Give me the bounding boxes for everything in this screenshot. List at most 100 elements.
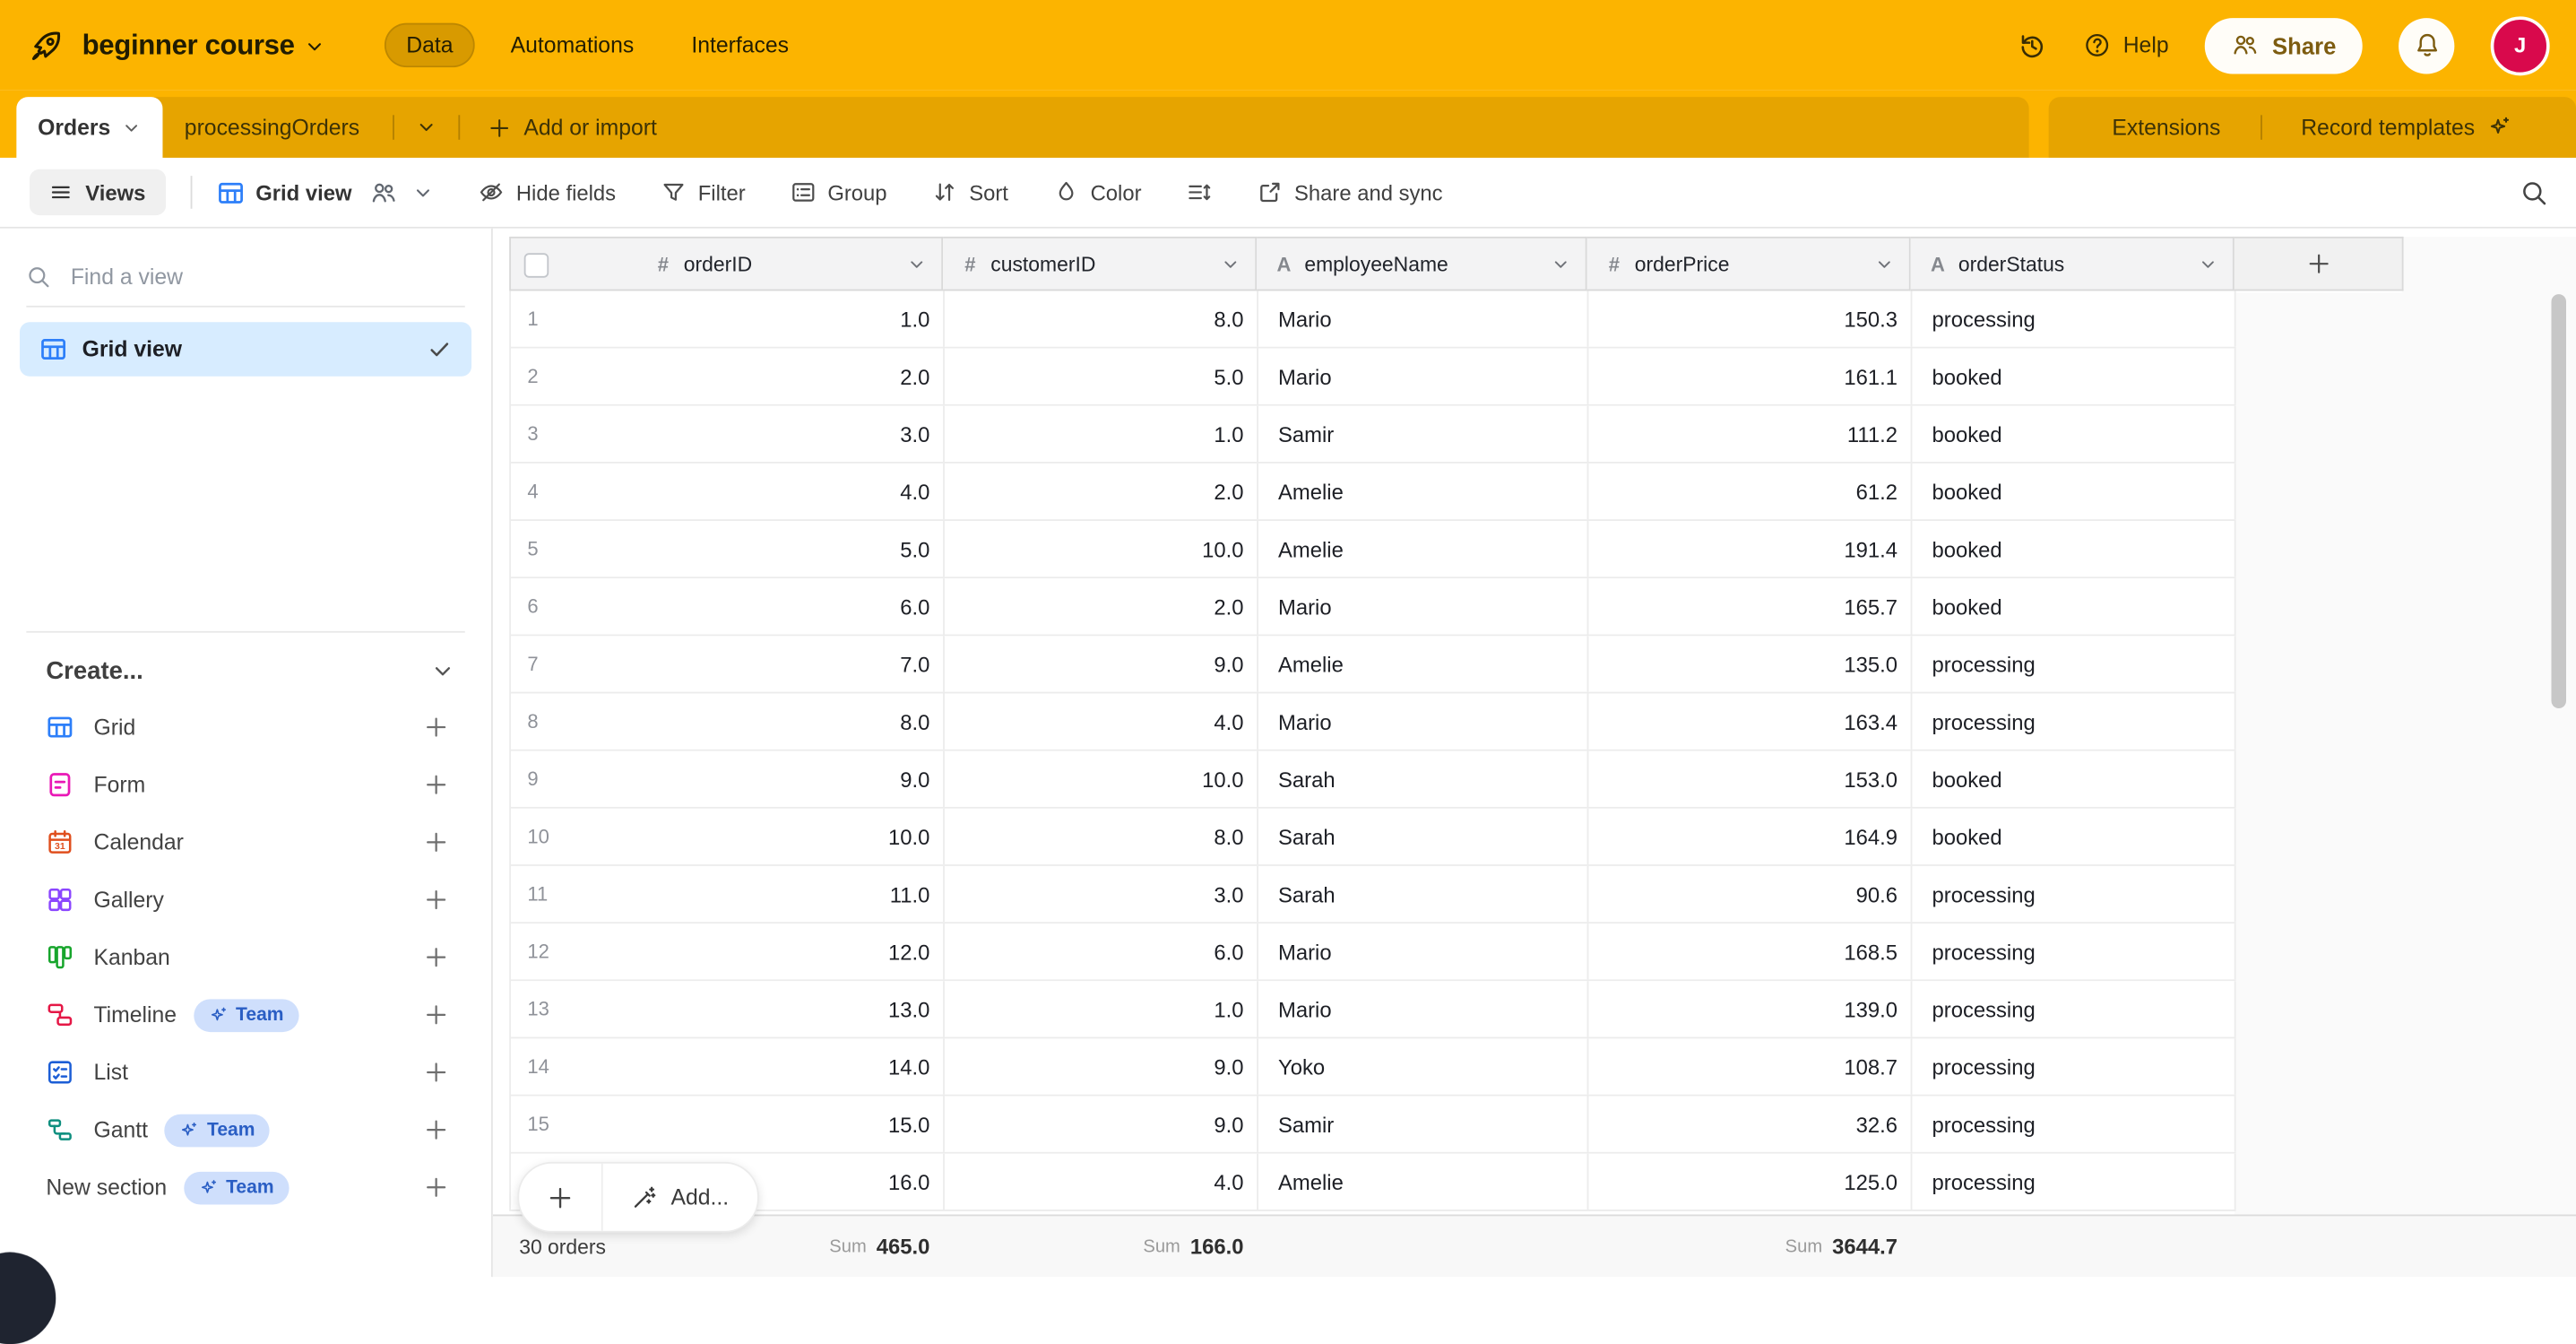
history-icon[interactable] bbox=[2018, 30, 2047, 60]
cell-employeeName[interactable]: Mario bbox=[1258, 693, 1588, 749]
cell-orderStatus[interactable]: processing bbox=[1913, 1154, 2236, 1210]
cell-orderPrice[interactable]: 108.7 bbox=[1588, 1038, 1912, 1094]
plus-icon[interactable] bbox=[424, 888, 448, 912]
cell-orderID[interactable]: 1 1.0 bbox=[511, 290, 945, 346]
plus-icon[interactable] bbox=[424, 772, 448, 796]
cell-employeeName[interactable]: Mario bbox=[1258, 923, 1588, 979]
add-record-button[interactable] bbox=[519, 1164, 602, 1231]
table-row[interactable]: 10 10.0 8.0 Sarah 164.9 booked bbox=[511, 809, 2236, 866]
cell-orderID[interactable]: 11 11.0 bbox=[511, 866, 945, 922]
table-row[interactable]: 1 1.0 8.0 Mario 150.3 processing bbox=[511, 290, 2236, 348]
cell-orderID[interactable]: 15 15.0 bbox=[511, 1097, 945, 1152]
table-row[interactable]: 7 7.0 9.0 Amelie 135.0 processing bbox=[511, 636, 2236, 693]
column-header-employeeName[interactable]: AemployeeName bbox=[1257, 237, 1586, 290]
cell-employeeName[interactable]: Mario bbox=[1258, 578, 1588, 634]
share-button[interactable]: Share bbox=[2205, 17, 2363, 73]
views-button[interactable]: Views bbox=[30, 169, 165, 215]
chevron-down-icon[interactable] bbox=[2198, 254, 2217, 273]
cell-orderID[interactable]: 5 5.0 bbox=[511, 521, 945, 577]
cell-customerID[interactable]: 8.0 bbox=[945, 809, 1258, 864]
cell-orderID[interactable]: 14 14.0 bbox=[511, 1038, 945, 1094]
cell-employeeName[interactable]: Sarah bbox=[1258, 751, 1588, 807]
plus-icon[interactable] bbox=[424, 945, 448, 969]
plus-icon[interactable] bbox=[424, 1175, 448, 1200]
create-view-form[interactable]: Form bbox=[0, 756, 491, 813]
cell-orderPrice[interactable]: 165.7 bbox=[1588, 578, 1912, 634]
cell-orderPrice[interactable]: 161.1 bbox=[1588, 349, 1912, 404]
sum-orderID[interactable]: Sum 465.0 bbox=[829, 1216, 929, 1277]
group-button[interactable]: Group bbox=[790, 179, 886, 205]
cell-orderID[interactable]: 7 7.0 bbox=[511, 636, 945, 691]
table-row[interactable]: 11 11.0 3.0 Sarah 90.6 processing bbox=[511, 866, 2236, 923]
cell-orderStatus[interactable]: booked bbox=[1913, 751, 2236, 807]
cell-orderPrice[interactable]: 111.2 bbox=[1588, 406, 1912, 462]
search-icon[interactable] bbox=[2520, 178, 2548, 206]
cell-orderStatus[interactable]: processing bbox=[1913, 636, 2236, 691]
cell-orderPrice[interactable]: 90.6 bbox=[1588, 866, 1912, 922]
cell-customerID[interactable]: 1.0 bbox=[945, 406, 1258, 462]
sum-orderPrice[interactable]: Sum 3644.7 bbox=[1785, 1216, 1897, 1277]
table-tab-processing-orders[interactable]: processingOrders bbox=[163, 97, 381, 158]
cell-orderPrice[interactable]: 61.2 bbox=[1588, 464, 1912, 519]
cell-orderStatus[interactable]: processing bbox=[1913, 290, 2236, 346]
table-row[interactable]: 6 6.0 2.0 Mario 165.7 booked bbox=[511, 578, 2236, 636]
help-button[interactable]: Help bbox=[2084, 31, 2169, 59]
chevron-down-icon[interactable] bbox=[1551, 254, 1570, 273]
cell-employeeName[interactable]: Mario bbox=[1258, 290, 1588, 346]
cell-orderPrice[interactable]: 163.4 bbox=[1588, 693, 1912, 749]
cell-employeeName[interactable]: Amelie bbox=[1258, 636, 1588, 691]
cell-orderStatus[interactable]: processing bbox=[1913, 866, 2236, 922]
create-view-timeline[interactable]: Timeline Team bbox=[0, 986, 491, 1044]
cell-customerID[interactable]: 5.0 bbox=[945, 349, 1258, 404]
record-templates-button[interactable]: Record templates bbox=[2273, 115, 2540, 139]
create-section-header[interactable]: Create... bbox=[0, 633, 491, 698]
cell-orderStatus[interactable]: processing bbox=[1913, 693, 2236, 749]
cell-orderStatus[interactable]: booked bbox=[1913, 464, 2236, 519]
cell-orderPrice[interactable]: 139.0 bbox=[1588, 981, 1912, 1036]
column-header-customerID[interactable]: #customerID bbox=[943, 237, 1257, 290]
cell-orderID[interactable]: 9 9.0 bbox=[511, 751, 945, 807]
chevron-down-icon[interactable] bbox=[1221, 254, 1240, 273]
cell-orderStatus[interactable]: processing bbox=[1913, 981, 2236, 1036]
base-title[interactable]: beginner course bbox=[82, 29, 295, 62]
tab-data[interactable]: Data bbox=[385, 23, 474, 67]
cell-orderStatus[interactable]: processing bbox=[1913, 1038, 2236, 1094]
cell-employeeName[interactable]: Yoko bbox=[1258, 1038, 1588, 1094]
table-row[interactable]: 3 3.0 1.0 Samir 111.2 booked bbox=[511, 406, 2236, 464]
cell-orderID[interactable]: 3 3.0 bbox=[511, 406, 945, 462]
cell-orderID[interactable]: 13 13.0 bbox=[511, 981, 945, 1036]
cell-orderStatus[interactable]: booked bbox=[1913, 406, 2236, 462]
all-tables-chevron-icon[interactable] bbox=[405, 117, 446, 138]
cell-customerID[interactable]: 2.0 bbox=[945, 464, 1258, 519]
create-view-gantt[interactable]: Gantt Team bbox=[0, 1101, 491, 1158]
cell-orderStatus[interactable]: booked bbox=[1913, 349, 2236, 404]
create-view-kanban[interactable]: Kanban bbox=[0, 929, 491, 986]
cell-orderPrice[interactable]: 135.0 bbox=[1588, 636, 1912, 691]
column-header-orderStatus[interactable]: AorderStatus bbox=[1911, 237, 2235, 290]
cell-employeeName[interactable]: Amelie bbox=[1258, 1154, 1588, 1210]
notifications-button[interactable] bbox=[2399, 17, 2454, 73]
current-view-button[interactable]: Grid view bbox=[216, 178, 434, 206]
share-and-sync-button[interactable]: Share and sync bbox=[1257, 179, 1443, 205]
cell-orderPrice[interactable]: 125.0 bbox=[1588, 1154, 1912, 1210]
cell-customerID[interactable]: 2.0 bbox=[945, 578, 1258, 634]
cell-orderStatus[interactable]: processing bbox=[1913, 1097, 2236, 1152]
cell-employeeName[interactable]: Mario bbox=[1258, 981, 1588, 1036]
table-row[interactable]: 12 12.0 6.0 Mario 168.5 processing bbox=[511, 923, 2236, 981]
cell-orderID[interactable]: 4 4.0 bbox=[511, 464, 945, 519]
table-row[interactable]: 13 13.0 1.0 Mario 139.0 processing bbox=[511, 981, 2236, 1038]
cell-customerID[interactable]: 8.0 bbox=[945, 290, 1258, 346]
cell-orderPrice[interactable]: 164.9 bbox=[1588, 809, 1912, 864]
table-row[interactable]: 4 4.0 2.0 Amelie 61.2 booked bbox=[511, 464, 2236, 521]
assistant-fab[interactable] bbox=[0, 1253, 56, 1344]
table-row[interactable]: 9 9.0 10.0 Sarah 153.0 booked bbox=[511, 751, 2236, 809]
color-button[interactable]: Color bbox=[1052, 179, 1141, 205]
tab-interfaces[interactable]: Interfaces bbox=[670, 23, 810, 67]
table-row[interactable]: 14 14.0 9.0 Yoko 108.7 processing bbox=[511, 1038, 2236, 1096]
cell-employeeName[interactable]: Amelie bbox=[1258, 521, 1588, 577]
avatar[interactable]: J bbox=[2491, 15, 2550, 74]
cell-employeeName[interactable]: Amelie bbox=[1258, 464, 1588, 519]
chevron-down-icon[interactable] bbox=[907, 254, 927, 273]
filter-button[interactable]: Filter bbox=[661, 179, 746, 205]
cell-orderPrice[interactable]: 168.5 bbox=[1588, 923, 1912, 979]
